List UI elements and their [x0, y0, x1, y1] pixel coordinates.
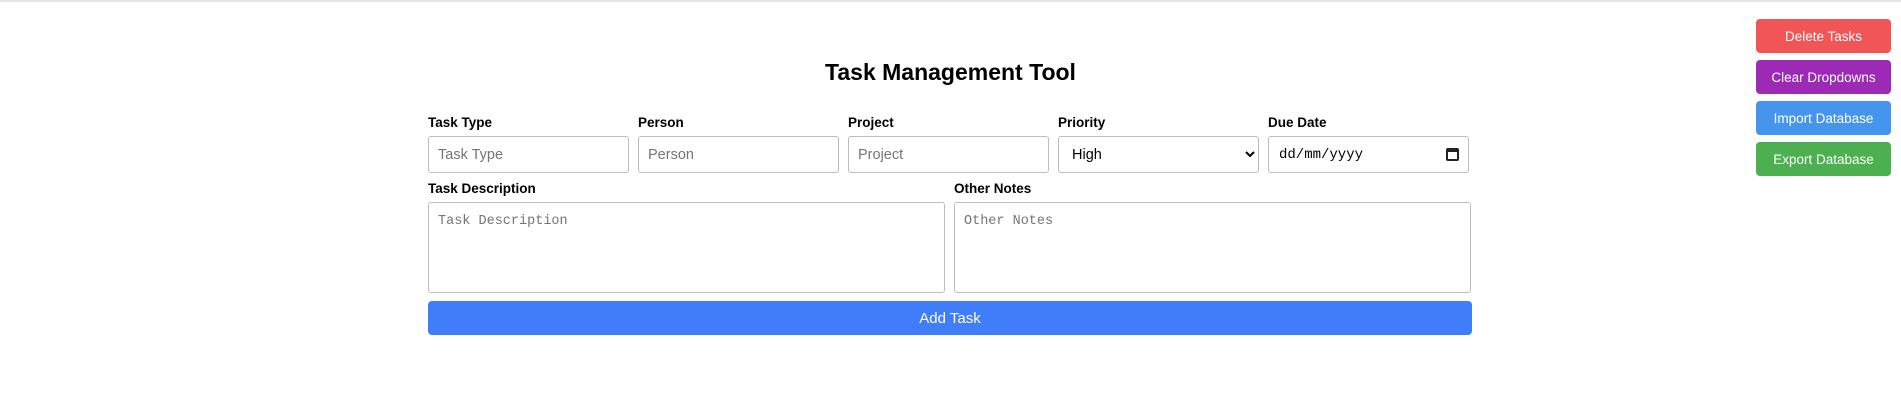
priority-label: Priority [1058, 115, 1106, 130]
other-notes-label: Other Notes [954, 181, 1032, 196]
task-description-textarea[interactable] [428, 202, 945, 293]
person-field: Person [638, 114, 839, 173]
form-row-top: Task Type Person Project Priority High D… [428, 114, 1472, 173]
task-type-field: Task Type [428, 114, 629, 173]
add-task-button[interactable]: Add Task [428, 301, 1472, 335]
priority-field: Priority High [1058, 114, 1259, 173]
form-row-notes: Task Description Other Notes [428, 180, 1472, 293]
other-notes-textarea[interactable] [954, 202, 1471, 293]
task-form: Task Type Person Project Priority High D… [428, 114, 1472, 335]
calendar-icon[interactable] [1446, 148, 1459, 161]
person-label: Person [638, 115, 684, 130]
task-type-input[interactable] [428, 136, 629, 173]
export-database-button[interactable]: Export Database [1756, 142, 1891, 176]
priority-select[interactable]: High [1058, 136, 1259, 173]
page-title: Task Management Tool [825, 59, 1076, 85]
project-field: Project [848, 114, 1049, 173]
due-date-field: Due Date dd/mm/yyyy [1268, 114, 1469, 173]
project-input[interactable] [848, 136, 1049, 173]
side-actions: Delete Tasks Clear Dropdowns Import Data… [1756, 19, 1891, 176]
task-type-label: Task Type [428, 115, 493, 130]
due-date-placeholder: dd/mm/yyyy [1279, 146, 1364, 163]
import-database-button[interactable]: Import Database [1756, 101, 1891, 135]
delete-tasks-button[interactable]: Delete Tasks [1756, 19, 1891, 53]
task-description-field: Task Description [428, 180, 945, 293]
other-notes-field: Other Notes [954, 180, 1471, 293]
task-description-label: Task Description [428, 181, 536, 196]
due-date-label: Due Date [1268, 115, 1327, 130]
project-label: Project [848, 115, 894, 130]
due-date-input[interactable]: dd/mm/yyyy [1268, 136, 1469, 173]
person-input[interactable] [638, 136, 839, 173]
top-divider [0, 0, 1901, 2]
